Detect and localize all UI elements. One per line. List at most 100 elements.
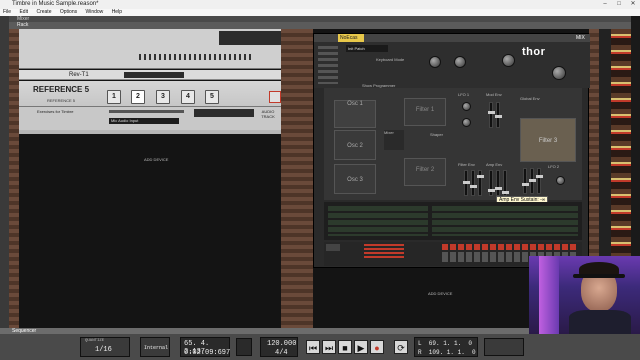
seq-mode-leds[interactable]	[364, 244, 404, 260]
thor-osc3[interactable]: Osc 3	[334, 164, 376, 194]
rack-rail-right	[281, 29, 303, 329]
global-env-fader-s[interactable]	[536, 168, 543, 194]
rack-panel-header[interactable]: Rack	[9, 22, 631, 29]
seq-run-button[interactable]	[326, 244, 340, 251]
thor-knob-1[interactable]	[429, 56, 441, 68]
mixer-label-thor: Mixer	[384, 130, 394, 135]
mod-env-fader-d[interactable]	[495, 102, 502, 128]
left-tab-strip[interactable]	[0, 16, 9, 334]
reference-button-3[interactable]: 3	[156, 90, 170, 104]
fast-forward-button[interactable]: ⏭	[322, 340, 336, 354]
lfo1-delay-knob[interactable]	[462, 118, 471, 127]
reference-button-4[interactable]: 4	[181, 90, 195, 104]
song-position[interactable]: 65. 4. 2.137 0:02:09:697	[180, 337, 230, 357]
mod-bus-table-a[interactable]	[328, 206, 428, 236]
thor-master-volume-knob[interactable]	[552, 66, 566, 80]
master-display	[219, 31, 281, 45]
add-device-right[interactable]: ADD DEVICE	[428, 291, 452, 296]
menu-file[interactable]: File	[3, 9, 11, 15]
thor-lfo1-label: LFO 1	[458, 92, 470, 97]
filter-env-fader-a[interactable]	[463, 170, 470, 196]
loop-locators[interactable]: L 69. 1. 1. 0 R 109. 1. 1. 0	[414, 337, 478, 357]
play-button[interactable]: ▶	[354, 340, 368, 354]
reference-button-2[interactable]: 2	[131, 90, 145, 104]
stop-button[interactable]: ■	[338, 340, 352, 354]
reference-button-1[interactable]: 1	[107, 90, 121, 104]
loop-button[interactable]: ⟳	[394, 340, 408, 354]
left-locator[interactable]: L 69. 1. 1. 0	[418, 340, 472, 347]
thor-mixer[interactable]: Mixer	[384, 130, 404, 150]
audio-track-name: Exercises for Timbre	[37, 109, 74, 114]
mod-bus-table-b[interactable]	[432, 206, 578, 236]
thor-osc1[interactable]: Osc 1	[334, 100, 376, 128]
sync-mode-value[interactable]: Internal	[144, 345, 168, 351]
thor-programmer: Osc 1 Osc 2 Osc 3 Filter 1 Filter 2 Filt…	[324, 88, 582, 200]
master-meter	[139, 54, 254, 60]
menu-options[interactable]: Options	[60, 9, 77, 15]
global-env-fader-d[interactable]	[529, 168, 536, 194]
lfo1-rate-knob[interactable]	[462, 102, 471, 111]
reference-button-5[interactable]: 5	[205, 90, 219, 104]
tempo-value[interactable]: 120.000	[267, 340, 296, 348]
quantize-panel[interactable]: QUANTIZE 1/16	[80, 337, 130, 357]
audio-input-select[interactable]: Mic Audio Input	[109, 118, 179, 124]
thor-knob-3[interactable]	[502, 54, 515, 67]
right-locator[interactable]: R 109. 1. 1. 0	[418, 349, 476, 356]
mod-env-fader-a[interactable]	[488, 102, 495, 128]
reference-power-button[interactable]	[269, 91, 281, 103]
thor-filter3[interactable]: Filter 3	[520, 118, 576, 162]
close-button[interactable]: ✕	[626, 0, 640, 9]
filter-env-fader-d[interactable]	[470, 170, 477, 196]
audio-track-level[interactable]	[109, 110, 184, 113]
rewind-button[interactable]: ⏮	[306, 340, 320, 354]
rack-rail-left-2	[303, 29, 313, 329]
rev-device-name: Rev-T1	[69, 72, 89, 78]
osc1-label: Osc 1	[347, 101, 363, 107]
thor-filter2[interactable]: Filter 2	[404, 158, 446, 186]
thor-filter-env-label: Filter Env	[458, 162, 475, 167]
menu-window[interactable]: Window	[86, 9, 104, 15]
rev-patch-display	[124, 72, 184, 78]
record-button[interactable]: ●	[370, 340, 384, 354]
filter-env-fader-s[interactable]	[477, 170, 484, 196]
quantize-value[interactable]: 1/16	[95, 346, 112, 354]
lfo2-rate-knob[interactable]	[556, 176, 565, 185]
maximize-button[interactable]: □	[612, 0, 626, 9]
amp-env-fader-a[interactable]	[488, 170, 495, 196]
signature-value[interactable]: 4/4	[275, 349, 288, 357]
minimize-button[interactable]: –	[598, 0, 612, 9]
thor-filter1[interactable]: Filter 1	[404, 98, 446, 126]
filter1-label: Filter 1	[415, 107, 435, 113]
thor-mod-bus-routing[interactable]	[324, 202, 582, 240]
thor-header: Init Patch thor Keyboard Mode Show Progr…	[314, 42, 590, 88]
add-device-left[interactable]: ADD DEVICE	[144, 157, 168, 162]
tempo-signature[interactable]: 120.000 4/4	[260, 337, 298, 357]
thor-pitch-mod-wheels[interactable]	[318, 46, 338, 84]
menu-create[interactable]: Create	[36, 9, 51, 15]
seq-step-leds[interactable]	[442, 244, 578, 250]
rev-device[interactable]: Rev-T1	[19, 70, 281, 80]
amp-env-fader-s[interactable]	[502, 170, 509, 196]
thor-mod-env-label: Mod Env	[486, 92, 502, 97]
webcam-headphones	[573, 274, 625, 278]
thor-patch-name[interactable]: Init Patch	[346, 45, 388, 52]
thor-amp-env-label: Amp Env	[486, 162, 503, 167]
thor-top-strip: NoEcas MIX	[314, 34, 590, 42]
thor-osc2[interactable]: Osc 2	[334, 130, 376, 160]
rack-column-left: Rev-T1 REFERENCE 5 REFERENCE 5 1 2 3 4 5…	[9, 29, 303, 329]
thor-shaper-label: Shaper	[430, 132, 443, 137]
audio-track-tag: AUDIO TRACK	[261, 109, 275, 119]
menu-help[interactable]: Help	[112, 9, 122, 15]
click-button[interactable]	[236, 338, 252, 356]
amp-env-fader-d[interactable]	[495, 170, 502, 196]
thor-keyboard-mode: Keyboard Mode	[376, 57, 405, 62]
transport-extra-panel[interactable]	[484, 338, 524, 356]
thor-track-name[interactable]: NoEcas	[338, 34, 364, 42]
thor-mix-label: MIX	[576, 35, 585, 41]
position-time: 0:02:09:697	[184, 349, 231, 357]
global-env-fader-a[interactable]	[522, 168, 529, 194]
thor-knob-2[interactable]	[454, 56, 466, 68]
menu-edit[interactable]: Edit	[19, 9, 28, 15]
thor-lfo2-label: LFO 2	[548, 164, 560, 169]
sync-mode-panel[interactable]: Internal	[140, 337, 170, 357]
